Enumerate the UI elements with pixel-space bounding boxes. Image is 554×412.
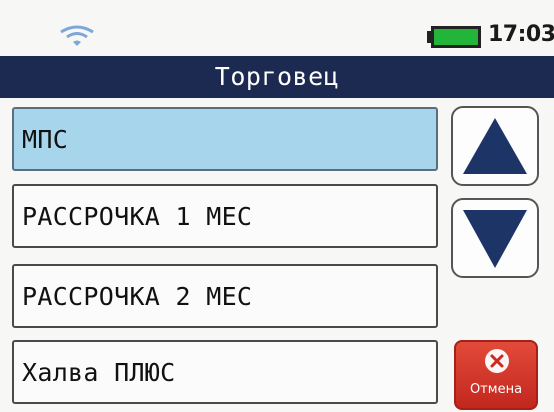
scroll-down-button[interactable] xyxy=(451,198,539,278)
list-item-label: РАССРОЧКА 1 МЕС xyxy=(22,201,253,231)
cancel-label: Отмена xyxy=(469,382,523,397)
close-icon xyxy=(485,349,509,373)
wifi-icon xyxy=(60,25,94,46)
list-item-label: РАССРОЧКА 2 МЕС xyxy=(22,281,253,311)
list-item-halva-plus[interactable]: Халва ПЛЮС xyxy=(12,340,438,404)
triangle-up-icon xyxy=(463,118,527,174)
cancel-button[interactable]: Отмена xyxy=(454,340,538,410)
list-item-label: Халва ПЛЮС xyxy=(22,357,176,387)
page-title: Торговец xyxy=(0,56,554,98)
list-item-installment-1[interactable]: РАССРОЧКА 1 МЕС xyxy=(12,184,438,248)
list-item-label: МПС xyxy=(22,124,69,154)
status-bar: 17:03 xyxy=(0,0,554,56)
battery-icon xyxy=(427,26,481,48)
scroll-up-button[interactable] xyxy=(451,106,539,186)
clock: 17:03 xyxy=(488,22,554,47)
list-item-mps[interactable]: МПС xyxy=(12,107,438,171)
list-item-installment-2[interactable]: РАССРОЧКА 2 МЕС xyxy=(12,264,438,328)
triangle-down-icon xyxy=(463,210,527,268)
